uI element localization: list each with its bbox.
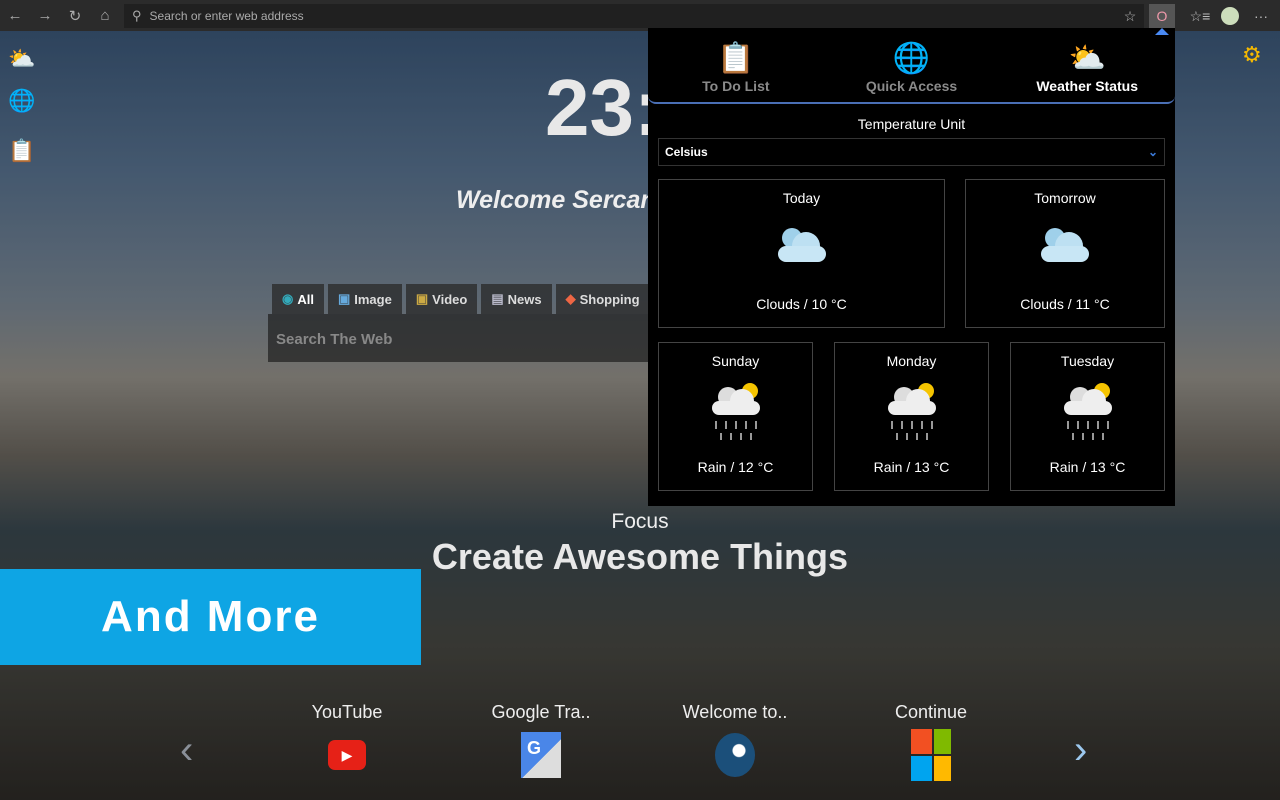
globe-side-icon[interactable]: 🌐 [8, 88, 36, 116]
todo-icon: 📋 [717, 42, 755, 75]
select-value: Celsius [665, 145, 708, 159]
temperature-unit-select[interactable]: Celsius ⌄ [658, 138, 1165, 166]
home-button[interactable]: ⌂ [90, 0, 120, 31]
tab-all[interactable]: ◉ All [272, 284, 324, 314]
forecast-condition: Rain / 13 °C [873, 459, 950, 475]
camera-icon: ▣ [337, 291, 351, 306]
quick-link-label: YouTube [311, 702, 383, 722]
forecast-day: Sunday [711, 353, 760, 369]
search-tabs: ◉ All ▣ Image ▣ Video ▤ News ◆ Shopping [272, 284, 654, 314]
quick-link-continue[interactable]: Continue [856, 702, 1006, 781]
rain-icon [711, 383, 760, 440]
settings-icon[interactable]: ⚙ [1242, 42, 1270, 70]
quick-link-youtube[interactable]: YouTube ▶ [272, 702, 422, 775]
address-placeholder: Search or enter web address [149, 9, 304, 23]
forecast-condition: Clouds / 11 °C [1020, 296, 1110, 312]
tab-label: Video [432, 291, 468, 307]
address-bar[interactable]: ⚲ Search or enter web address [124, 4, 1144, 28]
refresh-button[interactable]: ↻ [60, 0, 90, 31]
forecast-card: Sunday Rain / 12 °C [658, 342, 813, 491]
forecast-day: Monday [886, 353, 937, 369]
cloud-icon [777, 228, 826, 262]
forecast-day: Today [782, 190, 821, 206]
weather-panel: 📋 To Do List 🌐 Quick Access ⛅ Weather Statu… [648, 28, 1175, 506]
focus-label: Focus [611, 510, 669, 533]
popup-pointer [1155, 28, 1169, 35]
tab-shopping[interactable]: ◆ Shopping [555, 284, 650, 314]
panel-tab-quick-access[interactable]: 🌐 Quick Access [824, 28, 1000, 102]
tab-label: All [297, 291, 314, 307]
tab-news[interactable]: ▤ News [481, 284, 552, 314]
video-icon: ▣ [415, 291, 429, 306]
tag-icon: ◆ [565, 291, 576, 306]
forecast-card: Tuesday Rain / 13 °C [1010, 342, 1165, 491]
more-menu-icon[interactable]: ··· [1248, 4, 1274, 28]
extension-button[interactable]: O [1149, 4, 1175, 28]
forecast-condition: Clouds / 10 °C [756, 296, 847, 312]
quick-link-label: Welcome to.. [682, 702, 788, 722]
forecast-card: Tomorrow Clouds / 11 °C [965, 179, 1165, 328]
panel-tab-weather[interactable]: ⛅ Weather Status [999, 28, 1175, 102]
forecast-day: Tomorrow [1034, 190, 1096, 206]
steam-icon [715, 733, 755, 777]
tab-image[interactable]: ▣ Image [327, 284, 402, 314]
google-translate-icon: G [521, 732, 561, 778]
rain-icon [1063, 383, 1112, 440]
forecast-condition: Rain / 12 °C [697, 459, 774, 475]
weather-side-icon[interactable]: ⛅ [8, 46, 36, 74]
tab-label: News [507, 291, 542, 307]
forecast-card: Monday Rain / 13 °C [834, 342, 989, 491]
prev-arrow-icon[interactable]: ‹ [180, 728, 193, 773]
chevron-down-icon: ⌄ [1147, 145, 1158, 159]
panel-tab-todo[interactable]: 📋 To Do List [648, 28, 824, 102]
quick-link-label: Google Tra.. [491, 702, 591, 722]
forecast-card: Today Clouds / 10 °C [658, 179, 945, 328]
forecast-condition: Rain / 13 °C [1049, 459, 1126, 475]
tab-label: Image [354, 291, 392, 307]
avatar[interactable] [1217, 4, 1243, 28]
back-button[interactable]: ← [0, 0, 30, 31]
promo-banner: And More [0, 569, 421, 665]
next-arrow-icon[interactable]: › [1074, 728, 1087, 773]
quick-link-steam[interactable]: Welcome to.. [660, 702, 810, 777]
tab-video[interactable]: ▣ Video [405, 284, 478, 314]
cloud-icon [1041, 228, 1089, 262]
globe-icon: ◉ [282, 291, 294, 306]
news-icon: ▤ [491, 291, 504, 306]
quick-link-label: Continue [894, 702, 968, 722]
favorites-icon[interactable]: ☆≡ [1187, 4, 1213, 28]
tab-label: Weather Status [1036, 78, 1139, 94]
search-icon: ⚲ [132, 8, 142, 23]
forward-button[interactable]: → [30, 0, 60, 31]
tab-label: To Do List [702, 78, 770, 94]
search-input[interactable]: Search The Web [268, 314, 658, 362]
forecast-day: Tuesday [1060, 353, 1115, 369]
globe-icon: 🌐 [892, 42, 931, 75]
quick-link-google-translate[interactable]: Google Tra.. G [466, 702, 616, 778]
todo-side-icon[interactable]: 📋 [8, 138, 36, 166]
rain-icon [887, 383, 936, 440]
microsoft-icon [911, 729, 951, 781]
weather-icon: ⛅ [1068, 42, 1106, 75]
greeting: Welcome Sercan , [456, 186, 670, 214]
youtube-icon: ▶ [327, 735, 367, 775]
favorite-star-icon[interactable]: ☆ [1117, 4, 1143, 28]
tab-label: Shopping [579, 291, 640, 307]
clock: 23: [545, 63, 661, 152]
temperature-unit-label: Temperature Unit [857, 116, 966, 132]
tab-label: Quick Access [865, 78, 958, 94]
